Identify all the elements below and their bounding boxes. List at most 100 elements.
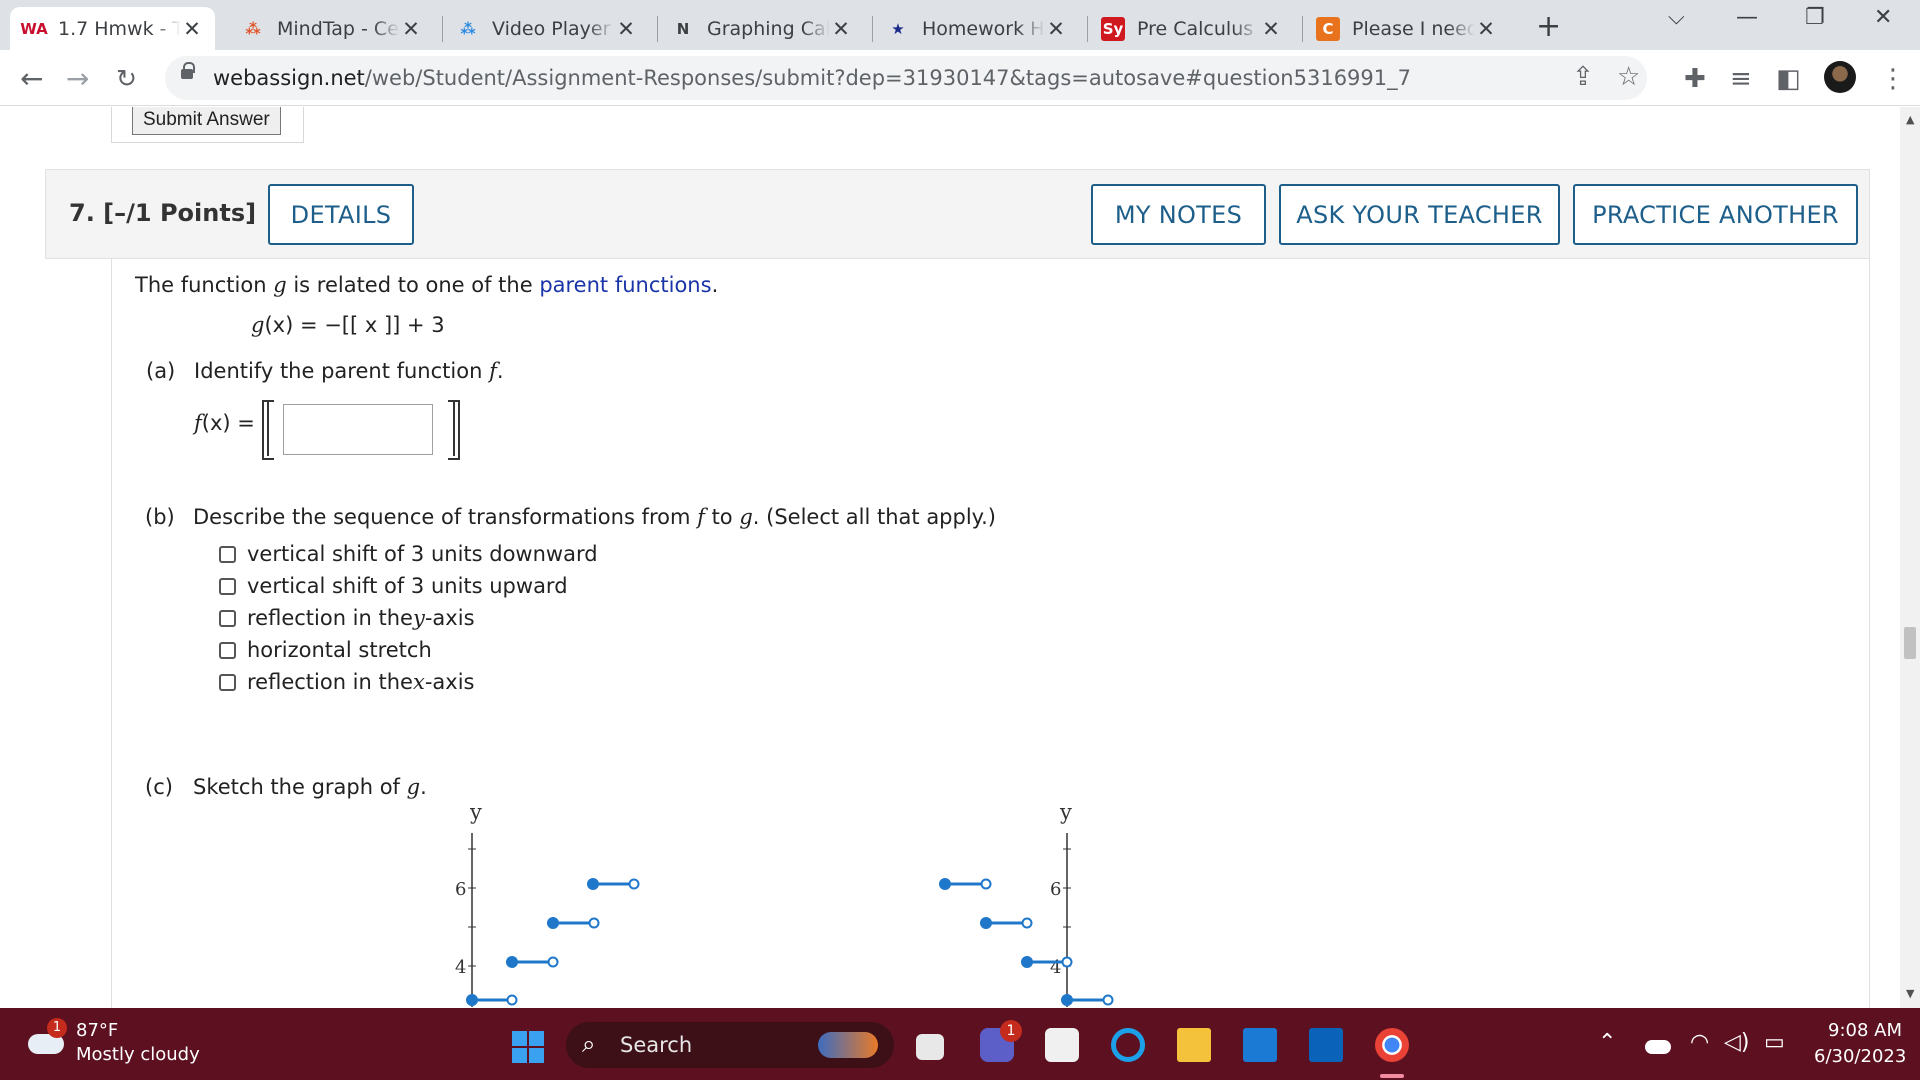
chegg-icon: C [1316, 16, 1340, 41]
search-highlight-icon [818, 1032, 878, 1058]
checkbox[interactable] [219, 545, 236, 563]
clock-time[interactable]: 9:08 AM [1828, 1020, 1902, 1041]
desmos-icon: N [676, 19, 690, 38]
close-tab-icon[interactable]: ✕ [1260, 17, 1282, 41]
tab-title: Graphing Calcu [707, 17, 830, 40]
practice-another-button[interactable]: PRACTICE ANOTHER [1573, 184, 1858, 245]
transformation-option[interactable]: vertical shift of 3 units upward [219, 574, 568, 598]
graph-2-steps [939, 878, 1114, 1006]
mail-icon[interactable] [1243, 1028, 1277, 1062]
scroll-down-arrow-icon[interactable]: ▼ [1906, 987, 1914, 1000]
tab-4[interactable]: ★ Homework Hel✕ [874, 7, 1079, 50]
volume-icon[interactable]: ◁) [1724, 1030, 1750, 1055]
transformation-option[interactable]: vertical shift of 3 units downward [219, 542, 598, 566]
option-label: reflection in the [247, 670, 413, 694]
tab-1[interactable]: ⁂ MindTap - Cen ✕ [229, 7, 434, 50]
tab-title: Video Player | C [492, 17, 615, 40]
option-label: horizontal stretch [247, 638, 432, 662]
windows-start-icon[interactable] [512, 1031, 544, 1063]
option-label: vertical shift of 3 units downward [247, 542, 598, 566]
weather-temperature[interactable]: 87°F [76, 1020, 118, 1041]
equation: g(x) = −[[ x ]] + 3 [251, 313, 445, 337]
symbolab-icon: Sy [1101, 16, 1125, 41]
share-icon[interactable]: ⇪ [1572, 62, 1594, 92]
checkbox[interactable] [219, 641, 236, 659]
back-button[interactable]: ← [20, 62, 43, 95]
details-button[interactable]: DETAILS [268, 184, 414, 245]
side-panel-icon[interactable]: ◧ [1776, 64, 1801, 94]
graph-1-tick-6: 6 [455, 879, 466, 900]
close-tab-icon[interactable]: ✕ [181, 17, 203, 41]
clock-date[interactable]: 6/30/2023 [1814, 1046, 1906, 1067]
chrome-icon[interactable] [1375, 1028, 1409, 1062]
chrome-active-indicator [1380, 1074, 1404, 1078]
tab-separator [1302, 16, 1303, 42]
ask-teacher-button[interactable]: ASK YOUR TEACHER [1279, 184, 1560, 245]
close-tab-icon[interactable]: ✕ [830, 17, 852, 41]
taskbar-search[interactable]: ⌕ Search [566, 1022, 894, 1068]
bookmark-star-icon[interactable]: ☆ [1617, 62, 1640, 92]
submit-answer-button[interactable]: Submit Answer [132, 107, 281, 135]
browser-toolbar: ← → ↻ webassign.net/web/Student/Assignme… [0, 50, 1920, 106]
option-suffix: -axis [424, 606, 475, 630]
file-explorer-icon[interactable] [1177, 1028, 1211, 1062]
microsoft-store-icon[interactable] [1045, 1028, 1079, 1062]
video-player-icon: ⁂ [460, 19, 476, 38]
minimize-button[interactable]: — [1736, 5, 1758, 30]
checkbox[interactable] [219, 673, 236, 691]
page-scrollbar[interactable]: ▲ ▼ [1900, 107, 1920, 1008]
myhp-icon[interactable] [1309, 1028, 1343, 1062]
graph-1-steps [466, 878, 640, 1006]
onedrive-icon[interactable] [1645, 1040, 1671, 1054]
parent-functions-link[interactable]: parent functions [539, 273, 711, 297]
menu-kebab-icon[interactable]: ⋮ [1880, 64, 1906, 94]
graph-choice-2[interactable]: y 6 4 [930, 807, 1130, 1007]
close-window-button[interactable]: ✕ [1874, 5, 1892, 30]
tab-separator [657, 16, 658, 42]
address-bar[interactable]: webassign.net/web/Student/Assignment-Res… [165, 56, 1647, 100]
option-label: reflection in the [247, 606, 413, 630]
checkbox[interactable] [219, 609, 236, 627]
close-tab-icon[interactable]: ✕ [1475, 17, 1497, 41]
battery-icon[interactable]: ▭ [1764, 1030, 1785, 1055]
show-hidden-icons-icon[interactable]: ⌃ [1598, 1030, 1616, 1055]
url-path: /web/Student/Assignment-Responses/submit… [364, 66, 1411, 90]
tab-5[interactable]: Sy Pre Calculus Ca✕ [1089, 7, 1294, 50]
tab-6[interactable]: C Please I need h✕ [1304, 7, 1509, 50]
scroll-thumb[interactable] [1904, 627, 1916, 659]
my-notes-button[interactable]: MY NOTES [1091, 184, 1266, 245]
transformation-option[interactable]: reflection in the y -axis [219, 606, 475, 630]
windows-taskbar: 1 87°F Mostly cloudy ⌕ Search 1 ⌃ ◠ ◁) ▭… [0, 1008, 1920, 1080]
parent-function-input[interactable] [283, 404, 433, 455]
tab-title: Please I need h [1352, 17, 1475, 40]
tab-2[interactable]: ⁂ Video Player | C✕ [444, 7, 649, 50]
option-suffix: -axis [424, 670, 475, 694]
weather-badge: 1 [47, 1018, 67, 1038]
graph-choice-1[interactable]: y 6 4 [440, 807, 660, 1007]
checkbox[interactable] [219, 577, 236, 595]
forward-button[interactable]: → [66, 62, 89, 95]
part-c-label: (c) [145, 775, 173, 799]
tab-3[interactable]: N Graphing Calcu✕ [659, 7, 864, 50]
close-tab-icon[interactable]: ✕ [1045, 17, 1067, 41]
profile-avatar[interactable] [1824, 61, 1856, 93]
extensions-puzzle-icon[interactable]: ✚ [1684, 64, 1706, 94]
new-tab-button[interactable]: + [1536, 9, 1561, 44]
reading-list-icon[interactable]: ≡ [1730, 64, 1752, 94]
close-tab-icon[interactable]: ✕ [400, 17, 422, 41]
weather-description[interactable]: Mostly cloudy [76, 1044, 200, 1065]
graph-2-y-label: y [1059, 807, 1072, 824]
reload-button[interactable]: ↻ [116, 64, 137, 93]
wifi-icon[interactable]: ◠ [1690, 1030, 1709, 1055]
scroll-up-arrow-icon[interactable]: ▲ [1906, 113, 1914, 126]
tab-title: Pre Calculus Ca [1137, 17, 1260, 40]
transformation-option[interactable]: reflection in the x -axis [219, 670, 474, 694]
restore-button[interactable]: ❐ [1805, 5, 1825, 30]
cortana-icon[interactable] [1111, 1028, 1145, 1062]
part-a-label: (a) [146, 359, 176, 383]
transformation-option[interactable]: horizontal stretch [219, 638, 432, 662]
task-view-icon[interactable] [916, 1034, 944, 1060]
close-tab-icon[interactable]: ✕ [615, 17, 637, 41]
tab-search-chevron-icon[interactable]: ⌵ [1668, 5, 1685, 30]
tab-0[interactable]: WA 1.7 Hmwk - Tra✕ [10, 7, 215, 50]
